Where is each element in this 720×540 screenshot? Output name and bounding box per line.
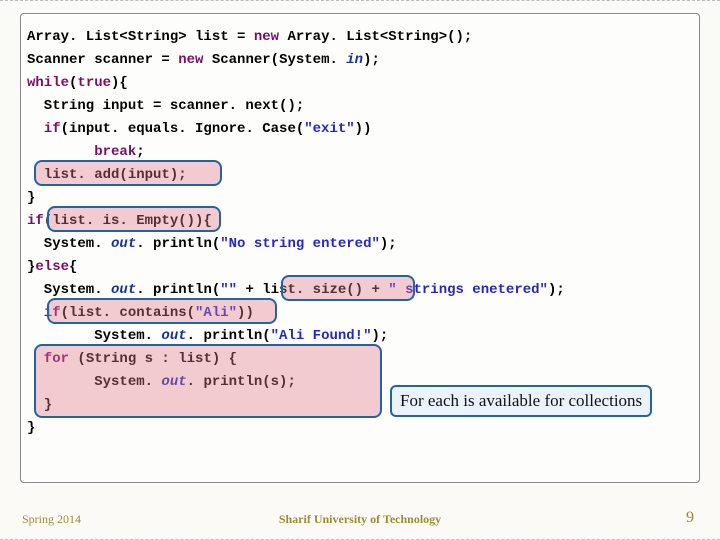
keyword-break: break [27,144,136,160]
keyword-while: while [27,75,69,91]
footer-center: Sharif University of Technology [0,512,720,527]
code-text: Array. List<String>(); [279,29,472,45]
code-text: + list. size() + [237,282,388,298]
keyword-new: new [254,29,279,45]
code-text: } [27,190,35,206]
code-text: System. [27,328,153,344]
code-text: Array. List<String> list = [27,29,254,45]
field-out: out [153,374,187,390]
code-text: . println( [136,282,220,298]
keyword-if: if [27,305,61,321]
string-literal: "No string entered" [220,236,380,252]
code-text: ); [371,328,388,344]
keyword-new: new [178,52,203,68]
code-text: String input = scanner. next(); [27,98,304,114]
code-text: ); [380,236,397,252]
string-literal: " strings enetered" [388,282,548,298]
code-text: (String s : list) { [69,351,237,367]
code-text: ); [363,52,380,68]
code-text: (list. is. Empty()){ [44,213,212,229]
callout-note: For each is available for collections [390,385,652,417]
code-text: ; [136,144,144,160]
code-text: )) [355,121,372,137]
code-text: System. [27,282,103,298]
slide: Array. List<String> list = new Array. Li… [0,0,720,540]
field-out: out [103,282,137,298]
code-text: { [69,259,77,275]
string-literal: "Ali" [195,305,237,321]
keyword-else: else [35,259,69,275]
code-text: System. [27,236,103,252]
footer-page-number: 9 [686,509,694,527]
field-in: in [338,52,363,68]
string-literal: "exit" [304,121,354,137]
code-text: list. add(input); [27,167,187,183]
code-text: ){ [111,75,128,91]
code-text: . println(s); [187,374,296,390]
keyword-if: if [27,213,44,229]
code-text: Scanner scanner = [27,52,178,68]
code-text: . println( [136,236,220,252]
callout-text: For each is available for collections [400,391,642,410]
field-out: out [153,328,187,344]
keyword-if: if [27,121,61,137]
code-text: . println( [187,328,271,344]
footer: Spring 2014 Sharif University of Technol… [0,499,720,527]
code-text: ); [548,282,565,298]
code-text: System. [27,374,153,390]
string-literal: "Ali Found!" [271,328,372,344]
code-text: (input. equals. Ignore. Case( [61,121,305,137]
code-text: (list. contains( [61,305,195,321]
code-content: Array. List<String> list = new Array. Li… [27,26,693,440]
keyword-for: for [27,351,69,367]
code-text: } [27,397,52,413]
code-text: Scanner(System. [203,52,337,68]
string-literal: "" [220,282,237,298]
keyword-true: true [77,75,111,91]
code-text: )) [237,305,254,321]
code-text: } [27,420,35,436]
field-out: out [103,236,137,252]
